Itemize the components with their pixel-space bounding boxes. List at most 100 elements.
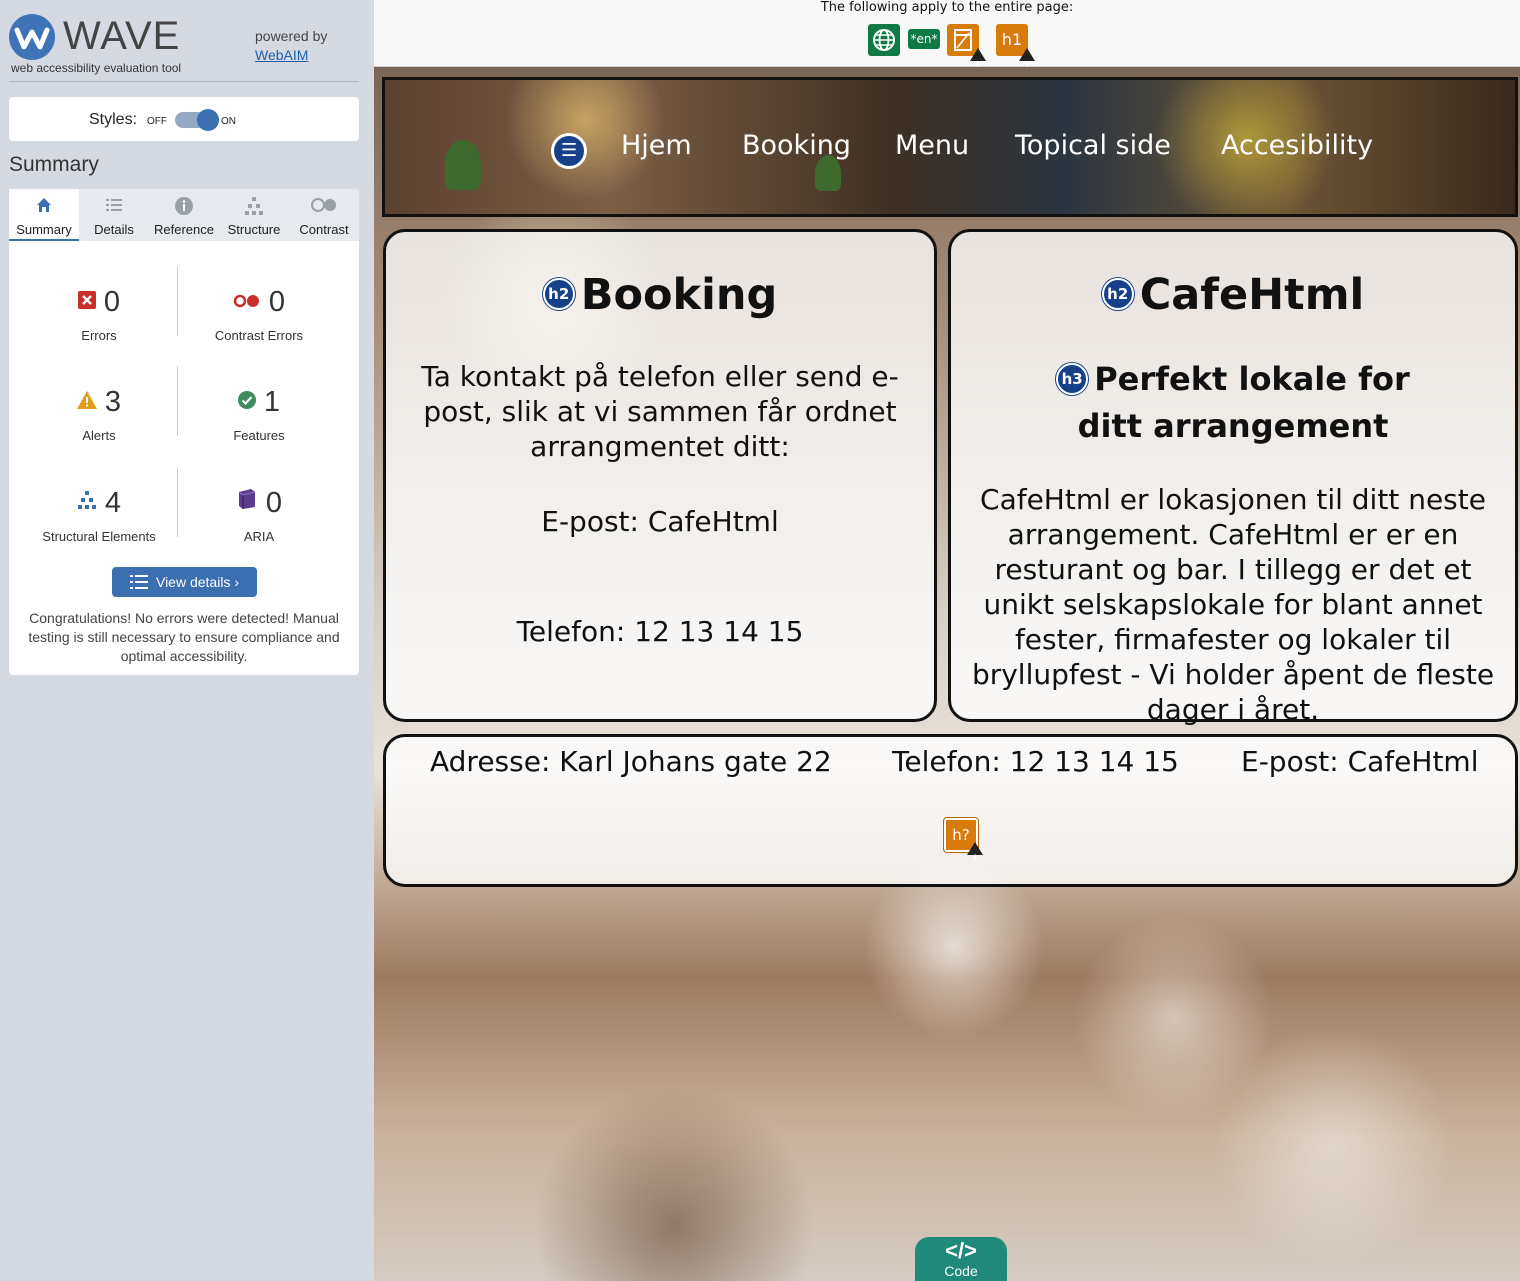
booking-heading-text: Booking (580, 270, 778, 320)
styles-toggle-box: Styles: OFF ON (9, 97, 359, 141)
summary-panel: 0 Errors 0 Contrast Errors 3 Alerts 1 Fe… (9, 241, 359, 675)
language-globe-icon[interactable] (868, 24, 900, 56)
footer-card: Adresse: Karl Johans gate 22 Telefon: 12… (383, 734, 1518, 887)
stat-structural-elements[interactable]: 4 Structural Elements (14, 486, 184, 544)
alerts-count: 3 (104, 386, 122, 418)
wave-subtitle: web accessibility evaluation tool (11, 61, 182, 75)
main-nav: ☰ Hjem Booking Menu Topical side Accesib… (385, 80, 1520, 220)
cafe-text: CafeHtml er lokasjonen til ditt neste ar… (971, 483, 1495, 726)
page-wide-icons-bar: The following apply to the entire page: … (374, 0, 1520, 82)
h3-badge-icon[interactable]: h3 (1056, 363, 1089, 395)
features-count: 1 (263, 386, 281, 418)
cafe-heading: h2 CafeHtml (951, 270, 1515, 320)
tab-structure[interactable]: Structure (219, 189, 289, 241)
toggle-off-label: OFF (147, 116, 167, 127)
list-icon (129, 574, 148, 590)
nav-accesibility[interactable]: Accesibility (1221, 130, 1373, 161)
code-label: Code (944, 1263, 978, 1279)
aria-icon (236, 484, 258, 518)
wave-brand: WAVE web accessibility evaluation tool p… (9, 12, 359, 82)
congrats-message: Congratulations! No errors were detected… (28, 610, 340, 664)
list-structure-icon[interactable]: ☰ (551, 133, 587, 169)
contrast-error-icon (233, 283, 261, 317)
tab-summary[interactable]: Summary (9, 189, 79, 241)
wave-sidebar: WAVE web accessibility evaluation tool p… (0, 0, 374, 1281)
structure-icon (219, 196, 289, 218)
structural-label: Structural Elements (42, 529, 156, 545)
tab-contrast[interactable]: Contrast (289, 189, 359, 241)
evaluated-page: The following apply to the entire page: … (374, 0, 1520, 1281)
tab-structure-label: Structure (227, 222, 281, 237)
info-icon (149, 196, 219, 218)
alert-icon (76, 383, 97, 417)
cafe-subheading-text: Perfekt lokale for ditt arrangement (1077, 360, 1410, 445)
footer-phone: Telefon: 12 13 14 15 (892, 745, 1179, 778)
cafe-heading-text: CafeHtml (1139, 270, 1365, 320)
tab-details-label: Details (94, 222, 134, 237)
h2-badge-icon[interactable]: h2 (542, 277, 575, 310)
h2-badge-icon[interactable]: h2 (1101, 277, 1134, 310)
cafe-subheading: h3 Perfekt lokale for ditt arrangement (951, 356, 1515, 450)
styles-label: Styles: (89, 111, 138, 128)
view-details-button[interactable]: View details › (112, 567, 257, 597)
header-banner: ☰ Hjem Booking Menu Topical side Accesib… (382, 77, 1518, 217)
booking-heading: h2 Booking (386, 270, 934, 320)
errors-count: 0 (103, 286, 121, 318)
lang-attribute-icon[interactable]: *en* (908, 29, 940, 49)
footer-email: E-post: CafeHtml (1241, 745, 1479, 778)
alerts-label: Alerts (82, 428, 116, 444)
wave-logo-icon (9, 14, 55, 60)
error-icon (77, 283, 96, 317)
feature-icon (237, 383, 256, 417)
webaim-link[interactable]: WebAIM (255, 46, 327, 65)
home-icon (9, 196, 79, 218)
booking-text: Ta kontakt på telefon eller send e-post,… (421, 360, 899, 463)
contrast-errors-label: Contrast Errors (214, 328, 304, 344)
booking-card: h2 Booking Ta kontakt på telefon eller se… (383, 229, 937, 722)
wave-title: WAVE (63, 14, 181, 58)
powered-by-text: powered by (255, 28, 328, 44)
structural-count: 4 (104, 487, 122, 519)
tab-details[interactable]: Details (79, 189, 149, 241)
alert-triangle-icon (970, 48, 986, 82)
tab-reference[interactable]: Reference (149, 189, 219, 241)
code-toggle-button[interactable]: </> Code (915, 1237, 1007, 1281)
cafe-card: h2 CafeHtml h3 Perfekt lokale for ditt arr… (948, 229, 1518, 726)
booking-email: E-post: CafeHtml (541, 505, 779, 538)
stat-aria[interactable]: 0 ARIA (174, 486, 344, 544)
summary-heading: Summary (9, 153, 99, 176)
styles-toggle[interactable] (175, 109, 219, 131)
aria-count: 0 (265, 487, 283, 519)
tab-reference-label: Reference (154, 222, 214, 237)
aria-label: ARIA (243, 529, 275, 545)
toggle-knob[interactable] (197, 109, 219, 131)
wave-tabs: Summary Details Reference Structure Cont… (9, 189, 359, 241)
contrast-icon (289, 196, 359, 218)
nav-topical-side[interactable]: Topical side (1015, 130, 1171, 161)
tab-summary-label: Summary (16, 222, 72, 237)
list-icon (79, 196, 149, 218)
features-label: Features (233, 428, 285, 444)
tab-contrast-label: Contrast (299, 222, 349, 237)
stat-alerts[interactable]: 3 Alerts (14, 385, 184, 443)
code-icon: </> (945, 1238, 977, 1263)
powered-by: powered by WebAIM (255, 27, 327, 65)
stat-features[interactable]: 1 Features (174, 385, 344, 443)
stat-contrast-errors[interactable]: 0 Contrast Errors (174, 285, 344, 343)
contrast-errors-count: 0 (268, 286, 286, 318)
structure-icon (77, 484, 97, 518)
nav-booking[interactable]: Booking (742, 130, 851, 161)
nav-hjem[interactable]: Hjem (621, 130, 692, 161)
booking-phone: Telefon: 12 13 14 15 (516, 615, 804, 648)
stat-errors[interactable]: 0 Errors (14, 285, 184, 343)
possible-heading-alert-icon[interactable]: h? (944, 818, 983, 874)
apply-text: The following apply to the entire page: (820, 0, 1074, 15)
toggle-on-label: ON (221, 116, 236, 127)
page-title-alert-icon[interactable] (947, 24, 986, 82)
errors-label: Errors (81, 328, 117, 344)
nav-menu[interactable]: Menu (895, 130, 969, 161)
alert-triangle-icon (967, 842, 983, 874)
h1-badge-text: h1 (1001, 30, 1023, 49)
view-details-label: View details › (155, 574, 239, 590)
missing-h1-alert-icon[interactable]: h1 (996, 24, 1035, 82)
